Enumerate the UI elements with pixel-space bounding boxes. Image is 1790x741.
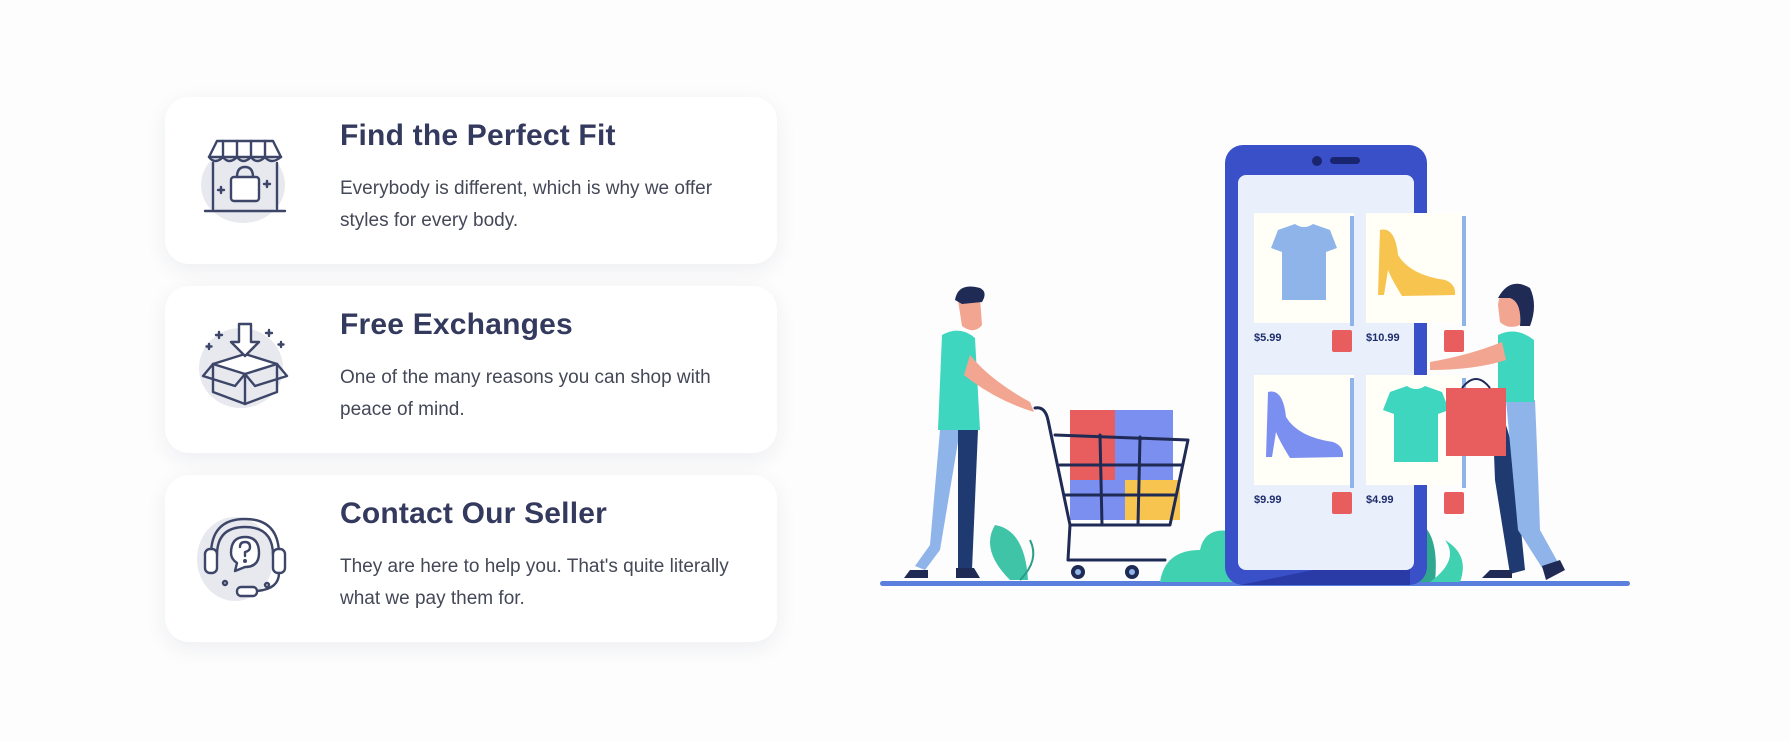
feature-title: Free Exchanges [340, 308, 573, 341]
shopping-illustration: $5.99 $10.99 $9.99 $4.99 [870, 130, 1640, 600]
feature-card-perfect-fit: Find the Perfect Fit Everybody is differ… [165, 97, 777, 264]
plant-left [990, 525, 1028, 580]
feature-description: They are here to help you. That's quite … [340, 556, 729, 609]
shopping-cart [1033, 406, 1190, 579]
price-label: $5.99 [1254, 332, 1282, 344]
storefront-icon [195, 127, 295, 227]
price-label: $9.99 [1254, 494, 1282, 506]
feature-list: Find the Perfect Fit Everybody is differ… [165, 97, 777, 642]
feature-card-contact-seller: Contact Our Seller They are here to help… [165, 475, 777, 642]
smartphone [1225, 145, 1427, 585]
box-exchange-icon [195, 316, 295, 416]
price-label: $10.99 [1366, 332, 1400, 344]
support-headset-icon [195, 505, 295, 605]
feature-card-free-exchanges: Free Exchanges One of the many reasons y… [165, 286, 777, 453]
feature-title: Contact Our Seller [340, 497, 607, 530]
feature-title: Find the Perfect Fit [340, 119, 616, 152]
shopping-bag-red [1446, 388, 1506, 456]
man-figure [904, 286, 1034, 578]
price-label: $4.99 [1366, 494, 1394, 506]
feature-description: Everybody is different, which is why we … [340, 178, 713, 231]
woman-figure [1430, 283, 1565, 580]
feature-description: One of the many reasons you can shop wit… [340, 367, 711, 420]
